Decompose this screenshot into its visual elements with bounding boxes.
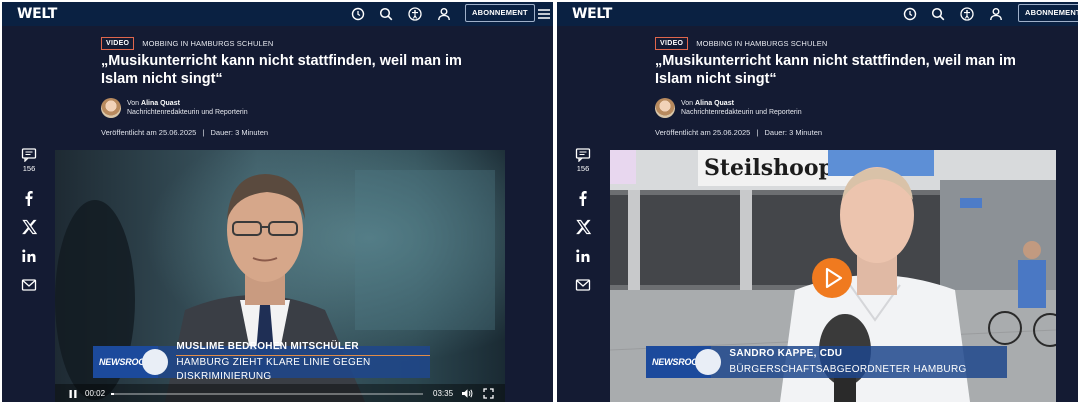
- lower-third-right: NEWSROOM SANDRO KAPPE, CDU BÜRGERSCHAFTS…: [646, 346, 1008, 378]
- comment-icon[interactable]: [19, 148, 39, 162]
- read-duration: Dauer: 3 Minuten: [764, 128, 823, 137]
- user-icon[interactable]: [436, 6, 452, 22]
- video-badge: VIDEO: [101, 37, 135, 50]
- article-meta: Veröffentlicht am 25.06.2025 | Dauer: 3 …: [101, 128, 268, 137]
- newsroom-brand: NEWSROOM: [93, 346, 169, 378]
- author-avatar[interactable]: [101, 98, 121, 118]
- publish-date: Veröffentlicht am 25.06.2025: [101, 128, 197, 137]
- welt-logo[interactable]: WELT: [17, 6, 57, 22]
- author-name[interactable]: Alina Quast: [695, 100, 734, 107]
- accessibility-icon[interactable]: [959, 6, 975, 22]
- video-badge: VIDEO: [655, 37, 689, 50]
- author-prefix: Von: [127, 100, 140, 107]
- top-navigation: WELT ABONNEMENT: [2, 2, 553, 26]
- publish-date: Veröffentlicht am 25.06.2025: [655, 128, 751, 137]
- read-duration: Dauer: 3 Minuten: [210, 128, 269, 137]
- video-player-right[interactable]: Steilshoop NEWSROOM SANDRO KAPPE, CDU BÜ…: [610, 150, 1056, 402]
- author-text: Von Alina Quast Nachrichtenredakteurin u…: [681, 99, 802, 117]
- article-panel-right: WELT ABONNEMENT VIDEO MOBBING IN HAMBURG…: [557, 2, 1078, 402]
- newsroom-brand: NEWSROOM: [646, 346, 722, 378]
- fullscreen-icon[interactable]: [483, 388, 494, 399]
- store-sign: Steilshoop: [704, 155, 834, 181]
- article-headline: „Musikunterricht kann nicht stattfinden,…: [655, 52, 1035, 88]
- article-meta: Veröffentlicht am 25.06.2025 | Dauer: 3 …: [655, 128, 822, 137]
- subscribe-button[interactable]: ABONNEMENT: [1018, 4, 1078, 22]
- author-block: Von Alina Quast Nachrichtenredakteurin u…: [655, 98, 802, 118]
- clock-icon[interactable]: [902, 6, 918, 22]
- accessibility-icon[interactable]: [407, 6, 423, 22]
- top-navigation: WELT ABONNEMENT: [557, 2, 1078, 26]
- headline-line-1: „Musikunterricht kann nicht stattfinden,…: [101, 53, 462, 69]
- menu-icon[interactable]: [536, 6, 552, 22]
- pause-icon[interactable]: [68, 389, 78, 399]
- author-block: Von Alina Quast Nachrichtenredakteurin u…: [101, 98, 248, 118]
- volume-icon[interactable]: [461, 388, 473, 399]
- welt-logo[interactable]: WELT: [572, 6, 612, 22]
- video-controls: 00:02 03:35: [55, 384, 505, 402]
- author-text: Von Alina Quast Nachrichtenredakteurin u…: [127, 99, 248, 117]
- current-time: 00:02: [85, 389, 106, 398]
- play-icon: [825, 267, 843, 289]
- subscribe-button[interactable]: ABONNEMENT: [465, 4, 535, 22]
- tag-row: VIDEO MOBBING IN HAMBURGS SCHULEN: [101, 37, 273, 50]
- comment-count[interactable]: 156: [19, 164, 39, 173]
- x-icon[interactable]: [573, 219, 593, 235]
- headline-line-2: Islam nicht singt“: [655, 71, 777, 87]
- author-avatar[interactable]: [655, 98, 675, 118]
- clock-icon[interactable]: [350, 6, 366, 22]
- article-kicker[interactable]: MOBBING IN HAMBURGS SCHULEN: [696, 39, 827, 48]
- linkedin-icon[interactable]: [19, 248, 39, 264]
- headline-line-2: Islam nicht singt“: [101, 71, 223, 87]
- lower-third-title: MUSLIME BEDROHEN MITSCHÜLER: [176, 340, 431, 356]
- meta-separator: |: [756, 128, 759, 137]
- mail-icon[interactable]: [19, 278, 39, 292]
- article-panel-left: WELT ABONNEMENT VIDEO MOBBING IN HAMBURG…: [2, 2, 553, 402]
- search-icon[interactable]: [378, 6, 394, 22]
- author-name[interactable]: Alina Quast: [141, 100, 180, 107]
- comment-count[interactable]: 156: [573, 164, 593, 173]
- facebook-icon[interactable]: [573, 190, 593, 206]
- lower-third-subtitle: HAMBURG ZIEHT KLARE LINIE GEGEN DISKRIMI…: [176, 357, 371, 382]
- author-prefix: Von: [681, 100, 694, 107]
- play-button[interactable]: [812, 258, 852, 298]
- lower-third-text: MUSLIME BEDROHEN MITSCHÜLER HAMBURG ZIEH…: [158, 341, 431, 382]
- progress-bar[interactable]: [111, 393, 423, 395]
- article-headline: „Musikunterricht kann nicht stattfinden,…: [101, 52, 481, 88]
- lower-third-title: SANDRO KAPPE, CDU: [729, 348, 843, 359]
- search-icon[interactable]: [930, 6, 946, 22]
- mail-icon[interactable]: [573, 278, 593, 292]
- lower-third-left: NEWSROOM MUSLIME BEDROHEN MITSCHÜLER HAM…: [93, 341, 431, 382]
- progress-fill: [111, 393, 115, 395]
- total-time: 03:35: [433, 389, 454, 398]
- facebook-icon[interactable]: [19, 190, 39, 206]
- user-icon[interactable]: [988, 6, 1004, 22]
- lower-third-subtitle: BÜRGERSCHAFTSABGEORDNETER HAMBURG: [729, 364, 967, 375]
- lower-third-text: SANDRO KAPPE, CDU BÜRGERSCHAFTSABGEORDNE…: [711, 346, 1008, 378]
- linkedin-icon[interactable]: [573, 248, 593, 264]
- article-kicker[interactable]: MOBBING IN HAMBURGS SCHULEN: [142, 39, 273, 48]
- author-role: Nachrichtenredakteurin und Reporterin: [127, 109, 248, 116]
- video-player-left[interactable]: NEWSROOM MUSLIME BEDROHEN MITSCHÜLER HAM…: [55, 150, 505, 402]
- author-role: Nachrichtenredakteurin und Reporterin: [681, 109, 802, 116]
- comment-icon[interactable]: [573, 148, 593, 162]
- meta-separator: |: [202, 128, 205, 137]
- headline-line-1: „Musikunterricht kann nicht stattfinden,…: [655, 53, 1016, 69]
- tag-row: VIDEO MOBBING IN HAMBURGS SCHULEN: [655, 37, 827, 50]
- x-icon[interactable]: [19, 219, 39, 235]
